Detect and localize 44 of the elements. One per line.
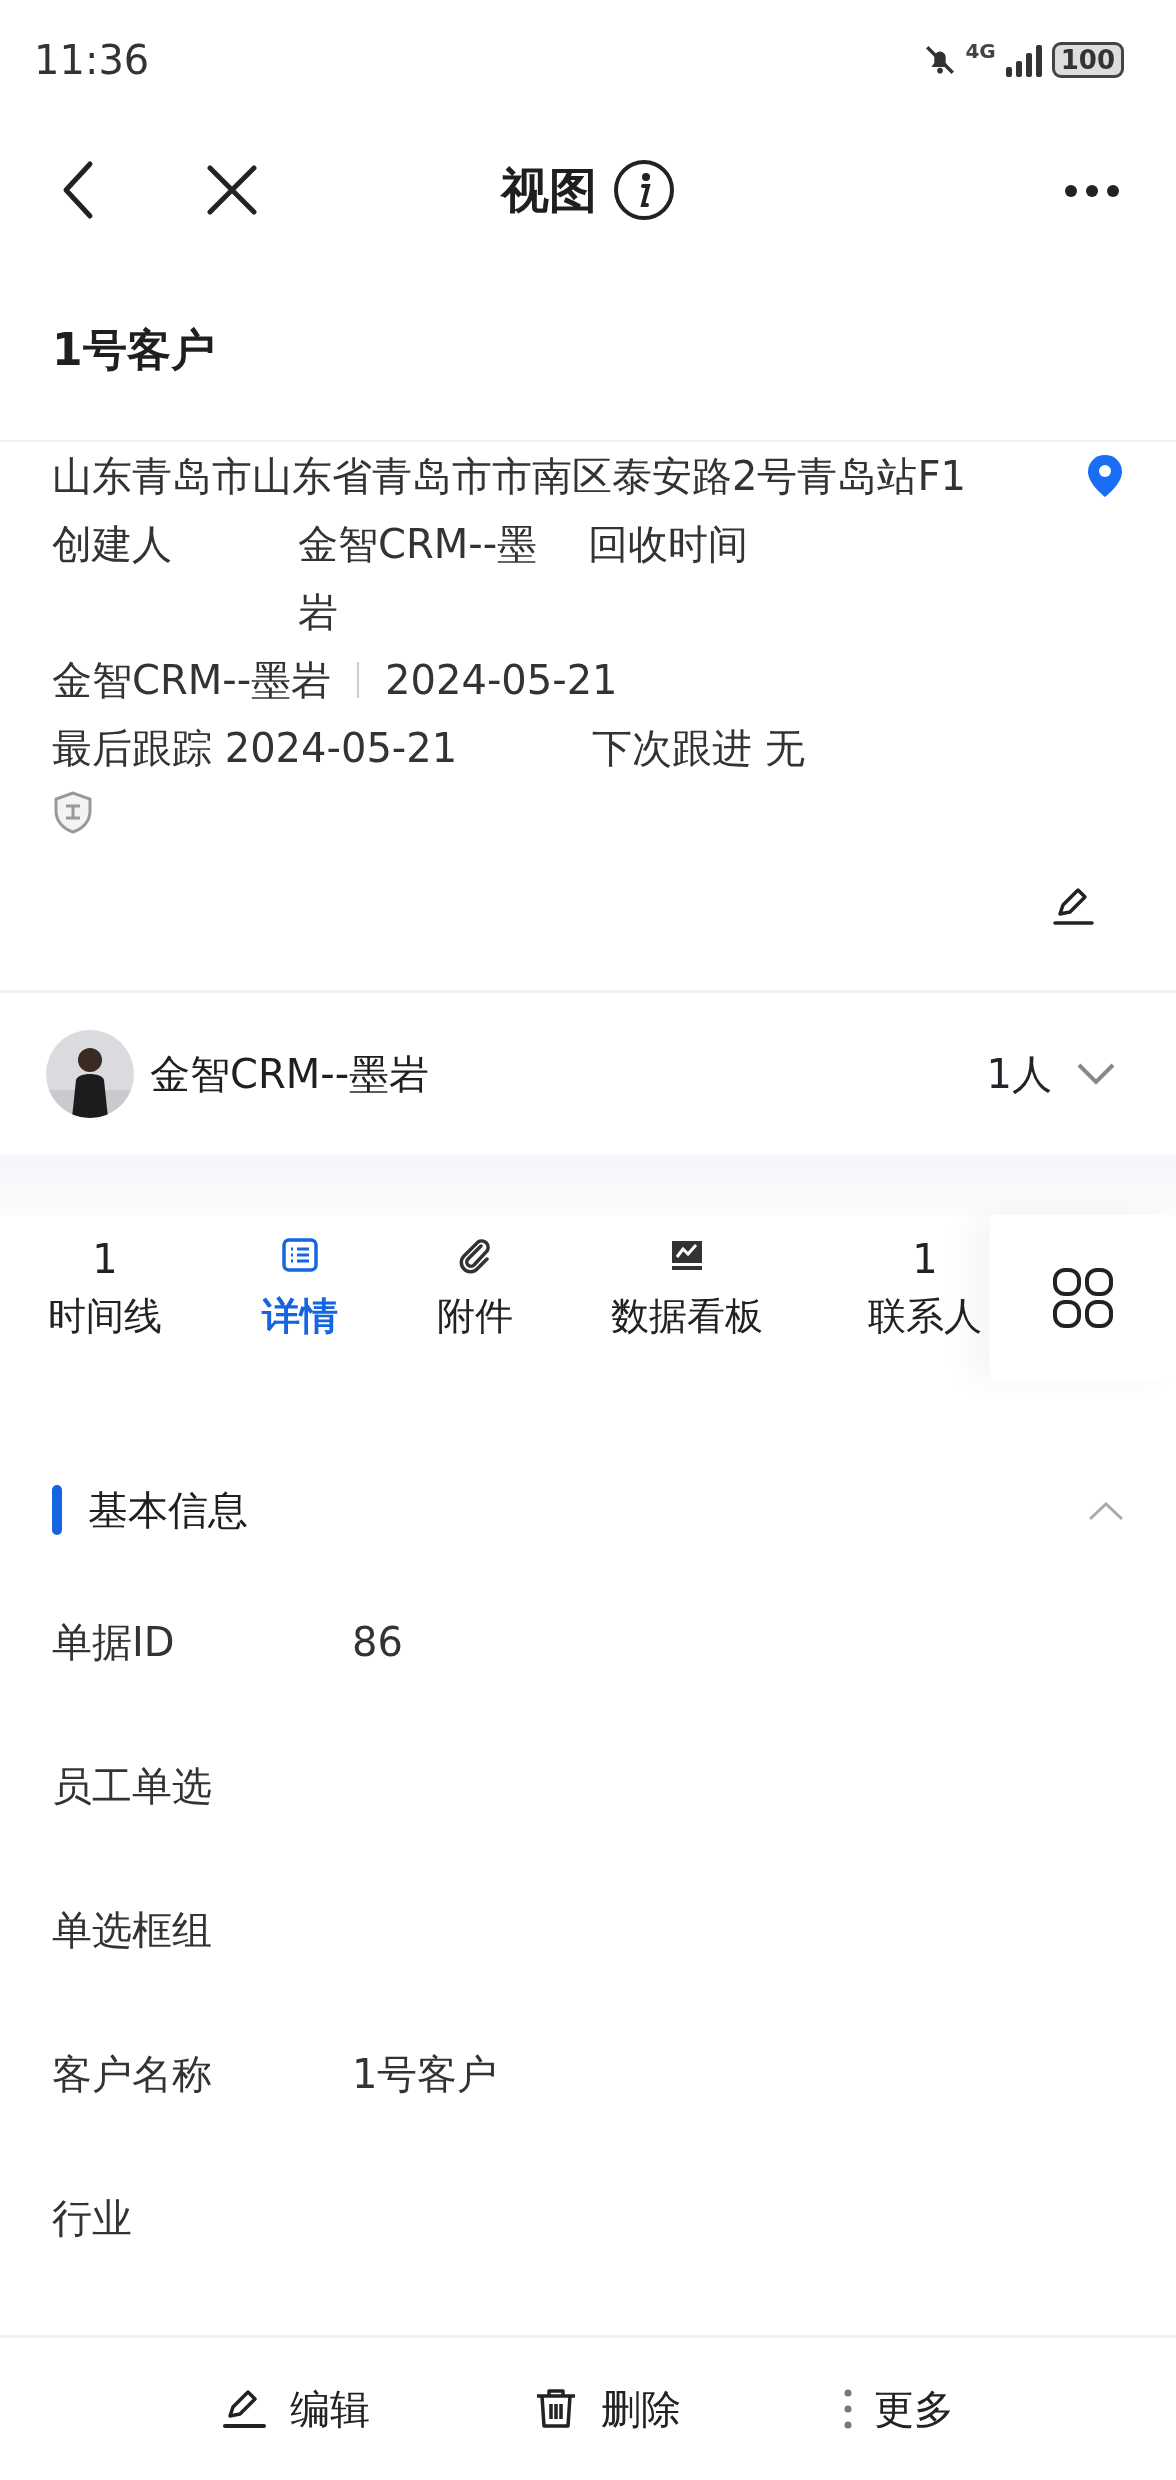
tab[interactable]: 详情 — [210, 1215, 390, 1345]
page-title: 视图 — [501, 161, 597, 220]
owner-name: 金智CRM--墨岩 — [52, 656, 332, 705]
member-count-toggle[interactable]: 1人 — [986, 1044, 1116, 1104]
shield-icon — [52, 790, 94, 834]
network-label: 4G — [965, 38, 996, 65]
next-follow-text: 下次跟进 无 — [592, 724, 805, 773]
field-value: 86 — [352, 1618, 403, 1667]
status-time: 11:36 — [34, 36, 150, 85]
delete-action-button[interactable]: 删除 — [523, 2369, 691, 2449]
member-name: 金智CRM--墨岩 — [150, 1050, 430, 1099]
signal-icon — [1003, 43, 1044, 77]
field-label: 创建人 — [52, 520, 173, 569]
tab[interactable]: 1 时间线 — [0, 1215, 210, 1345]
close-icon — [206, 164, 258, 216]
more-icon — [1064, 183, 1120, 198]
field-value: 金智CRM--墨岩 — [298, 520, 539, 637]
close-button[interactable] — [206, 164, 258, 216]
field-label: 行业 — [52, 2194, 133, 2243]
record-title: 1号客户 — [52, 323, 215, 377]
section-title: 基本信息 — [88, 1486, 248, 1535]
more-vertical-icon — [844, 2389, 853, 2429]
field-value: 1号客户 — [352, 2050, 498, 2099]
field-label: 单据ID — [52, 1618, 176, 1667]
last-follow-text: 最后跟踪 2024-05-21 — [52, 724, 459, 773]
edit-action-button[interactable]: 编辑 — [211, 2369, 380, 2449]
battery-indicator: 100 — [1051, 42, 1124, 78]
field-label: 回收时间 — [588, 520, 748, 569]
info-icon[interactable] — [613, 159, 675, 221]
grid-icon — [1052, 1266, 1114, 1329]
field-label: 客户名称 — [52, 2050, 213, 2099]
tab[interactable]: 附件 — [390, 1215, 560, 1345]
field-label: 单选框组 — [52, 1906, 213, 1955]
address-text: 山东青岛市山东省青岛市市南区泰安路2号青岛站F1 — [52, 452, 966, 501]
paperclip-icon — [457, 1238, 493, 1274]
grid-button[interactable] — [990, 1215, 1176, 1380]
field-label: 员工单选 — [52, 1762, 213, 1811]
more-action-button[interactable]: 更多 — [834, 2369, 965, 2449]
date-text: 2024-05-21 — [385, 656, 618, 705]
list-icon — [282, 1238, 318, 1274]
tab[interactable]: 1 联系人 — [814, 1215, 990, 1345]
location-pin-icon[interactable] — [1086, 453, 1124, 499]
tab[interactable]: 数据看板 — [560, 1215, 814, 1345]
section-marker — [52, 1485, 62, 1535]
